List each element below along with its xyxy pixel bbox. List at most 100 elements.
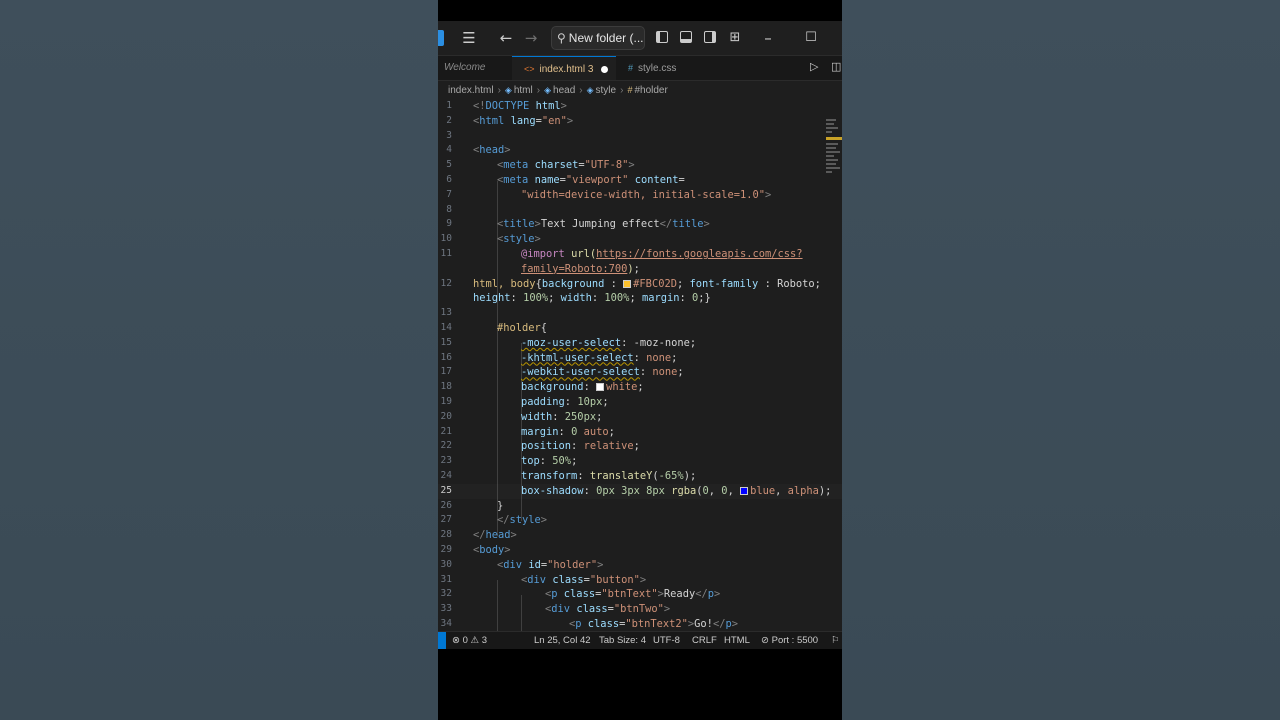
background-right-panel	[842, 0, 1280, 720]
line-number: 2	[446, 114, 452, 126]
line-number: 33	[440, 603, 452, 615]
title-bar: ☰ ← → ⚲ New folder (... ⊞ – ☐	[438, 21, 842, 56]
line-number: 30	[440, 558, 452, 570]
encoding[interactable]: UTF-8	[653, 632, 680, 649]
code-line: 18 background: white;	[438, 380, 842, 395]
line-content: box-shadow: 0px 3px 8px rgba(0, 0, blue,…	[521, 484, 832, 497]
minimize-icon[interactable]: –	[760, 28, 776, 48]
line-content: <div class="button">	[521, 573, 647, 586]
color-swatch-fbc02d[interactable]	[623, 279, 632, 288]
breadcrumb-item-holder[interactable]: #holder	[634, 82, 667, 100]
warning-count: 3	[481, 635, 488, 646]
customize-layout-icon[interactable]: ⊞	[727, 28, 743, 48]
line-content: height: 100%; width: 100%; margin: 0;}	[473, 292, 711, 305]
code-line: 10 <style>	[438, 232, 842, 247]
code-line: 13	[438, 306, 842, 321]
menu-icon[interactable]: ☰	[460, 28, 478, 48]
minimap[interactable]	[826, 119, 842, 179]
language-mode[interactable]: HTML	[724, 632, 750, 649]
line-content: -khtml-user-select: none;	[521, 351, 678, 364]
split-editor-icon[interactable]: ◫	[831, 60, 841, 73]
color-swatch-blue[interactable]	[740, 486, 749, 495]
line-number: 22	[440, 440, 452, 452]
remote-indicator[interactable]	[438, 632, 446, 649]
symbol-element-icon: ◈	[544, 85, 552, 95]
cursor-position[interactable]: Ln 25, Col 42	[534, 632, 591, 649]
line-number: 3	[446, 129, 452, 141]
line-number: 34	[440, 618, 452, 629]
toggle-secondary-sidebar-icon[interactable]	[704, 31, 716, 43]
minimap-line	[826, 143, 838, 145]
code-line: 21 margin: 0 auto;	[438, 425, 842, 440]
code-line: 16 -khtml-user-select: none;	[438, 351, 842, 366]
run-icon[interactable]: ▷	[810, 60, 818, 73]
unsaved-dot-icon[interactable]	[601, 65, 609, 73]
line-number: 13	[440, 307, 452, 319]
line-number: 8	[446, 203, 452, 215]
code-line: 31 <div class="button">	[438, 573, 842, 588]
code-line: 22 position: relative;	[438, 439, 842, 454]
tab-index-html[interactable]: <> index.html 3	[512, 56, 616, 80]
code-editor[interactable]: 1 <!DOCTYPE html> 2 <html lang="en"> 3 4 <h…	[438, 99, 842, 648]
line-content: <meta charset="UTF-8">	[497, 159, 635, 172]
line-number: 15	[440, 336, 452, 348]
code-line: 26}	[438, 499, 842, 514]
color-swatch-white[interactable]	[596, 383, 605, 392]
tab-welcome[interactable]: Welcome	[438, 56, 512, 80]
line-content: <p class="btnText2">Go!</p>	[569, 618, 738, 630]
tab-index-html-label: index.html 3	[539, 64, 594, 75]
port-label: Port : 5500	[771, 635, 819, 646]
breadcrumb-item-head[interactable]: head	[553, 82, 575, 100]
minimap-line	[826, 163, 836, 165]
code-line: 15 -moz-user-select: -moz-none;	[438, 336, 842, 351]
toggle-panel-icon[interactable]	[680, 31, 692, 43]
code-line: 24 transform: translateY(-65%);	[438, 469, 842, 484]
tab-style-css[interactable]: # style.css	[616, 56, 708, 80]
symbol-element-icon: ◈	[504, 85, 512, 95]
code-line: 29 <body>	[438, 543, 842, 558]
code-line: height: 100%; width: 100%; margin: 0;}	[438, 291, 842, 306]
breadcrumb-item-html[interactable]: html	[514, 82, 533, 100]
code-line: 27 </style>	[438, 513, 842, 528]
maximize-icon[interactable]: ☐	[804, 28, 818, 48]
chevron-right-icon: ›	[536, 85, 541, 96]
line-number: 16	[440, 351, 452, 363]
line-content: </head>	[473, 529, 517, 542]
video-frame: ☰ ← → ⚲ New folder (... ⊞ – ☐ Welcome <> i…	[438, 0, 842, 720]
live-server-port[interactable]: ⊘ Port : 5500	[761, 632, 818, 649]
line-number: 32	[440, 588, 452, 600]
minimap-line	[826, 171, 832, 173]
minimap-line	[826, 167, 840, 169]
line-content: position: relative;	[521, 440, 640, 453]
tab-size[interactable]: Tab Size: 4	[599, 632, 646, 649]
line-content: -webkit-user-select: none;	[521, 366, 684, 379]
line-content: <meta name="viewport" content=	[497, 174, 685, 186]
line-number: 29	[440, 544, 452, 555]
notifications-icon[interactable]: ⚐	[831, 632, 840, 649]
command-center-search[interactable]: ⚲ New folder (...	[551, 26, 645, 50]
line-number: 20	[440, 410, 452, 422]
line-content: }	[497, 499, 504, 512]
arrow-right-icon[interactable]: →	[523, 28, 539, 48]
code-line: 23 top: 50%;	[438, 454, 842, 469]
breadcrumb-item-style[interactable]: style	[596, 82, 617, 100]
line-number: 7	[446, 188, 452, 200]
code-line: 2 <html lang="en">	[438, 114, 842, 129]
line-number: 28	[440, 529, 452, 541]
code-line: 32 <p class="btnText">Ready</p>	[438, 587, 842, 602]
toggle-sidebar-icon[interactable]	[656, 31, 668, 43]
end-of-line[interactable]: CRLF	[692, 632, 717, 649]
line-content: <!DOCTYPE html>	[473, 100, 567, 112]
line-number: 31	[440, 573, 452, 585]
line-content: background: white;	[521, 381, 644, 394]
minimap-line	[826, 159, 838, 161]
arrow-left-icon[interactable]: ←	[498, 28, 514, 48]
vscode-logo-icon	[438, 30, 444, 46]
line-content: <title>Text Jumping effect</title>	[497, 218, 710, 231]
breadcrumb-file[interactable]: index.html	[448, 82, 494, 100]
problems-indicator[interactable]: ⊗ 0 ⚠ 3	[452, 632, 487, 649]
minimap-line	[826, 127, 838, 129]
code-line: 14 #holder{	[438, 321, 842, 336]
line-content: </style>	[497, 514, 548, 527]
line-number: 19	[440, 396, 452, 407]
